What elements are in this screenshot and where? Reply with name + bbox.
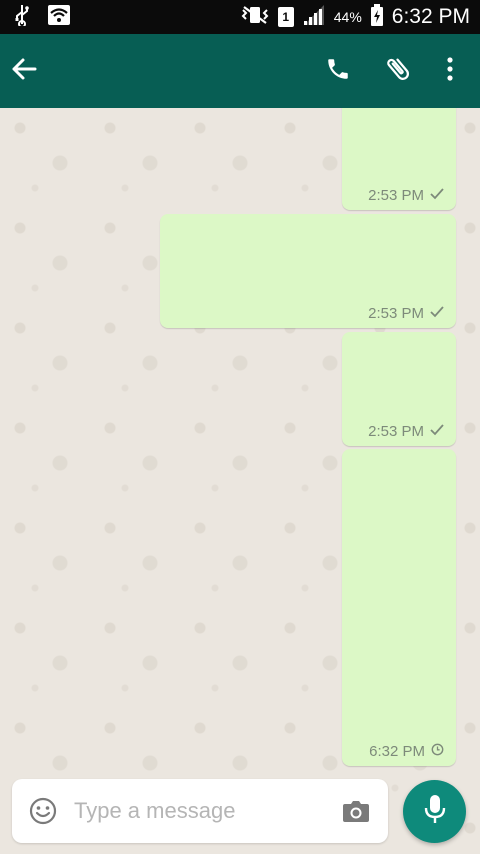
message-meta: 2:53 PM (368, 423, 444, 440)
message-time: 6:32 PM (369, 743, 425, 760)
more-options-button[interactable] (426, 34, 474, 108)
clock-pending-icon (431, 743, 444, 760)
chat-header (0, 34, 480, 108)
battery-charging-icon (370, 3, 384, 31)
microphone-icon (424, 794, 446, 829)
more-vert-icon (446, 56, 454, 86)
camera-button[interactable] (342, 799, 370, 823)
back-arrow-icon (11, 57, 37, 86)
message-bubble[interactable]: 6:32 PM (342, 449, 456, 766)
sim-indicator: 1 (277, 7, 294, 27)
message-bubble[interactable]: 2:53 PM (342, 332, 456, 446)
voice-record-button[interactable] (403, 780, 466, 843)
message-input[interactable] (74, 791, 324, 831)
phone-icon (325, 56, 351, 87)
battery-percent: 44% (333, 9, 362, 25)
emoji-button[interactable] (28, 796, 58, 826)
message-time: 2:53 PM (368, 187, 424, 204)
chat-area[interactable]: 2:53 PM 2:53 PM 2:53 PM 6:32 PM (0, 108, 480, 854)
attach-button[interactable] (374, 34, 422, 108)
message-composer (12, 779, 388, 843)
camera-icon (343, 801, 369, 822)
wifi-box-icon (48, 4, 70, 30)
single-check-icon (430, 305, 444, 322)
message-bubble[interactable]: 2:53 PM (342, 108, 456, 210)
signal-icon (302, 4, 326, 30)
single-check-icon (430, 423, 444, 440)
message-bubble[interactable]: 2:53 PM (160, 214, 456, 328)
message-meta: 2:53 PM (368, 305, 444, 322)
message-meta: 2:53 PM (368, 187, 444, 204)
emoji-icon (29, 797, 57, 825)
single-check-icon (430, 187, 444, 204)
message-meta: 6:32 PM (369, 743, 444, 760)
status-bar: 1 44% 6:32 PM (0, 0, 480, 34)
voice-call-button[interactable] (314, 34, 362, 108)
vibrate-mute-icon (240, 5, 270, 30)
message-time: 2:53 PM (368, 305, 424, 322)
usb-icon (14, 4, 30, 31)
clock: 6:32 PM (391, 5, 470, 28)
back-button[interactable] (0, 34, 48, 108)
paperclip-icon (383, 54, 413, 89)
message-time: 2:53 PM (368, 423, 424, 440)
